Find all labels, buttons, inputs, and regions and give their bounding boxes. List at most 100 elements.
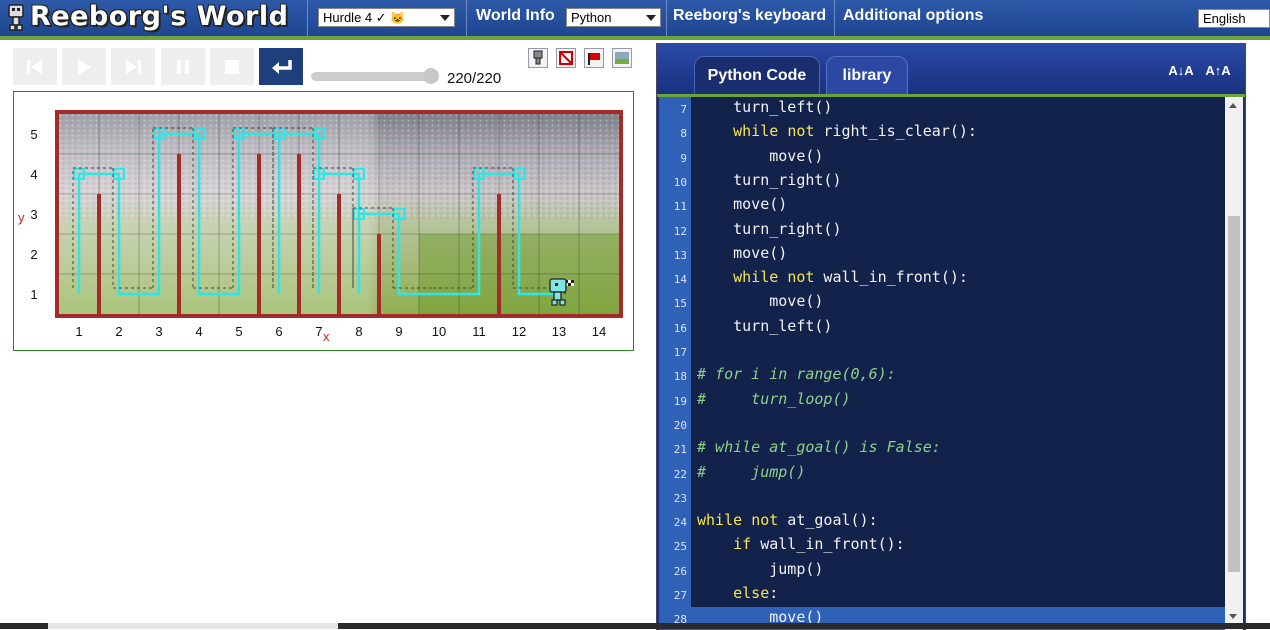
robot-tool-icon[interactable]: [528, 48, 548, 68]
line-number: 25: [673, 540, 687, 554]
step-forward-icon: [126, 60, 141, 74]
human-language-select[interactable]: English: [1198, 9, 1270, 28]
code-area[interactable]: 7 8 9 10 11 12 13 14 15 16 17 18 19 20 21 22 23 24 25 26 27 2…: [659, 97, 1225, 630]
world-canvas[interactable]: 1 2 3 4 5 6 7 8 9 10 11 12 13 14 12345 x y: [13, 91, 634, 351]
y-tick-label: 2: [30, 247, 37, 262]
line-number: 22: [673, 467, 687, 481]
x-tick-label: 12: [512, 324, 526, 339]
increase-font-button[interactable]: A↑A: [1202, 56, 1234, 88]
code-line[interactable]: # for i in range(0,6):: [697, 365, 896, 383]
x-tick-label: 6: [275, 324, 282, 339]
code-line[interactable]: turn_left(): [697, 98, 832, 116]
x-axis-labels: 1 2 3 4 5 6 7 8 9 10 11 12 13 14: [75, 324, 606, 339]
line-number: 24: [673, 516, 687, 530]
line-number: 13: [673, 248, 687, 262]
scroll-up-icon[interactable]: [1229, 103, 1237, 108]
programming-language-select[interactable]: Python: [566, 8, 661, 27]
line-number: 10: [673, 175, 687, 189]
line-number: 19: [673, 394, 687, 408]
speed-slider-thumb[interactable]: [423, 68, 439, 84]
code-line[interactable]: move(): [697, 195, 787, 213]
separator: [466, 0, 467, 36]
pause-button[interactable]: [161, 48, 205, 85]
code-line[interactable]: # turn_loop(): [697, 390, 851, 408]
x-tick-label: 3: [155, 324, 162, 339]
code-line[interactable]: if wall_in_front():: [697, 535, 905, 553]
line-number: 23: [673, 491, 687, 505]
chevron-down-icon: [646, 15, 656, 21]
horizontal-scrollbar[interactable]: [48, 623, 338, 629]
app-title: Reeborg's World: [30, 1, 289, 32]
x-tick-label: 2: [115, 324, 122, 339]
chevron-down-icon: [440, 15, 450, 21]
x-tick-label: 5: [235, 324, 242, 339]
code-line[interactable]: # while at_goal() is False:: [697, 438, 941, 456]
scroll-down-icon[interactable]: [1229, 614, 1237, 619]
y-tick-label: 4: [30, 167, 37, 182]
speed-slider-track[interactable]: [311, 72, 437, 81]
world-select[interactable]: Hurdle 4 ✓ 😺: [318, 8, 455, 27]
pause-icon: [177, 60, 189, 74]
background-tool-icon[interactable]: [612, 48, 632, 68]
line-number-gutter: 7 8 9 10 11 12 13 14 15 16 17 18 19 20 21 22 23 24 25 26 27 2…: [659, 97, 691, 630]
additional-options-link[interactable]: Additional options: [843, 7, 983, 25]
flag-tool-icon[interactable]: [584, 48, 604, 68]
code-line[interactable]: jump(): [697, 560, 823, 578]
reload-button[interactable]: [259, 48, 303, 85]
line-number: 12: [673, 224, 687, 238]
x-axis-title: x: [323, 329, 330, 344]
flag-square: [571, 280, 574, 283]
line-number: 16: [673, 321, 687, 335]
y-tick-label: 3: [30, 207, 37, 222]
world-select-value: Hurdle 4 ✓: [323, 10, 387, 25]
editor-tabbar: Python Code library A↓A A↑A: [657, 44, 1245, 97]
x-tick-label: 4: [195, 324, 202, 339]
scrollbar-thumb[interactable]: [1228, 216, 1240, 572]
flag-square: [571, 283, 574, 286]
code-line[interactable]: turn_right(): [697, 171, 841, 189]
human-language-value: English: [1203, 11, 1246, 26]
reload-icon: [272, 60, 292, 74]
x-tick-label: 9: [395, 324, 402, 339]
code-line[interactable]: while not right_is_clear():: [697, 122, 977, 140]
play-button[interactable]: [62, 48, 106, 85]
step-back-button[interactable]: [13, 48, 57, 85]
language-select-value: Python: [571, 10, 612, 25]
code-line[interactable]: else:: [697, 584, 778, 602]
separator: [666, 0, 667, 36]
cat-face-icon: 😺: [390, 11, 406, 25]
keyboard-link[interactable]: Reeborg's keyboard: [673, 7, 826, 25]
y-tick-label: 1: [30, 287, 37, 302]
separator: [307, 0, 308, 36]
tab-library[interactable]: library: [826, 56, 908, 97]
code-editor-panel: Python Code library A↓A A↑A 7 8 9 10 11 12 13 1…: [656, 43, 1246, 630]
tab-python-code[interactable]: Python Code: [694, 56, 820, 97]
x-tick-label: 1: [75, 324, 82, 339]
code-line[interactable]: turn_left(): [697, 317, 832, 335]
stop-button[interactable]: [210, 48, 254, 85]
x-tick-label: 14: [592, 324, 606, 339]
line-number: 20: [673, 418, 687, 432]
world-info-link[interactable]: World Info: [476, 7, 555, 25]
x-tick-label: 11: [472, 324, 486, 339]
code-line[interactable]: move(): [697, 244, 787, 262]
code-line[interactable]: # jump(): [697, 463, 805, 481]
decrease-font-button[interactable]: A↓A: [1165, 56, 1197, 88]
top-bar: Reeborg's World Hurdle 4 ✓ 😺 World Info …: [0, 0, 1270, 40]
wall-tool-icon[interactable]: [556, 48, 576, 68]
line-number: 11: [673, 200, 687, 214]
line-number: 8: [680, 127, 687, 141]
robot-wheel: [559, 299, 566, 306]
code-line[interactable]: turn_right(): [697, 220, 841, 238]
line-number: 26: [673, 564, 687, 578]
code-line[interactable]: while not wall_in_front():: [697, 268, 968, 286]
step-forward-button[interactable]: [111, 48, 155, 85]
line-number: 21: [673, 443, 687, 457]
line-number: 14: [673, 273, 687, 287]
robot-wheel: [551, 299, 558, 306]
code-line[interactable]: move(): [697, 292, 823, 310]
code-line[interactable]: while not at_goal():: [697, 511, 878, 529]
code-line[interactable]: move(): [697, 147, 823, 165]
line-number: 17: [673, 346, 687, 359]
x-tick-label: 7: [315, 324, 322, 339]
